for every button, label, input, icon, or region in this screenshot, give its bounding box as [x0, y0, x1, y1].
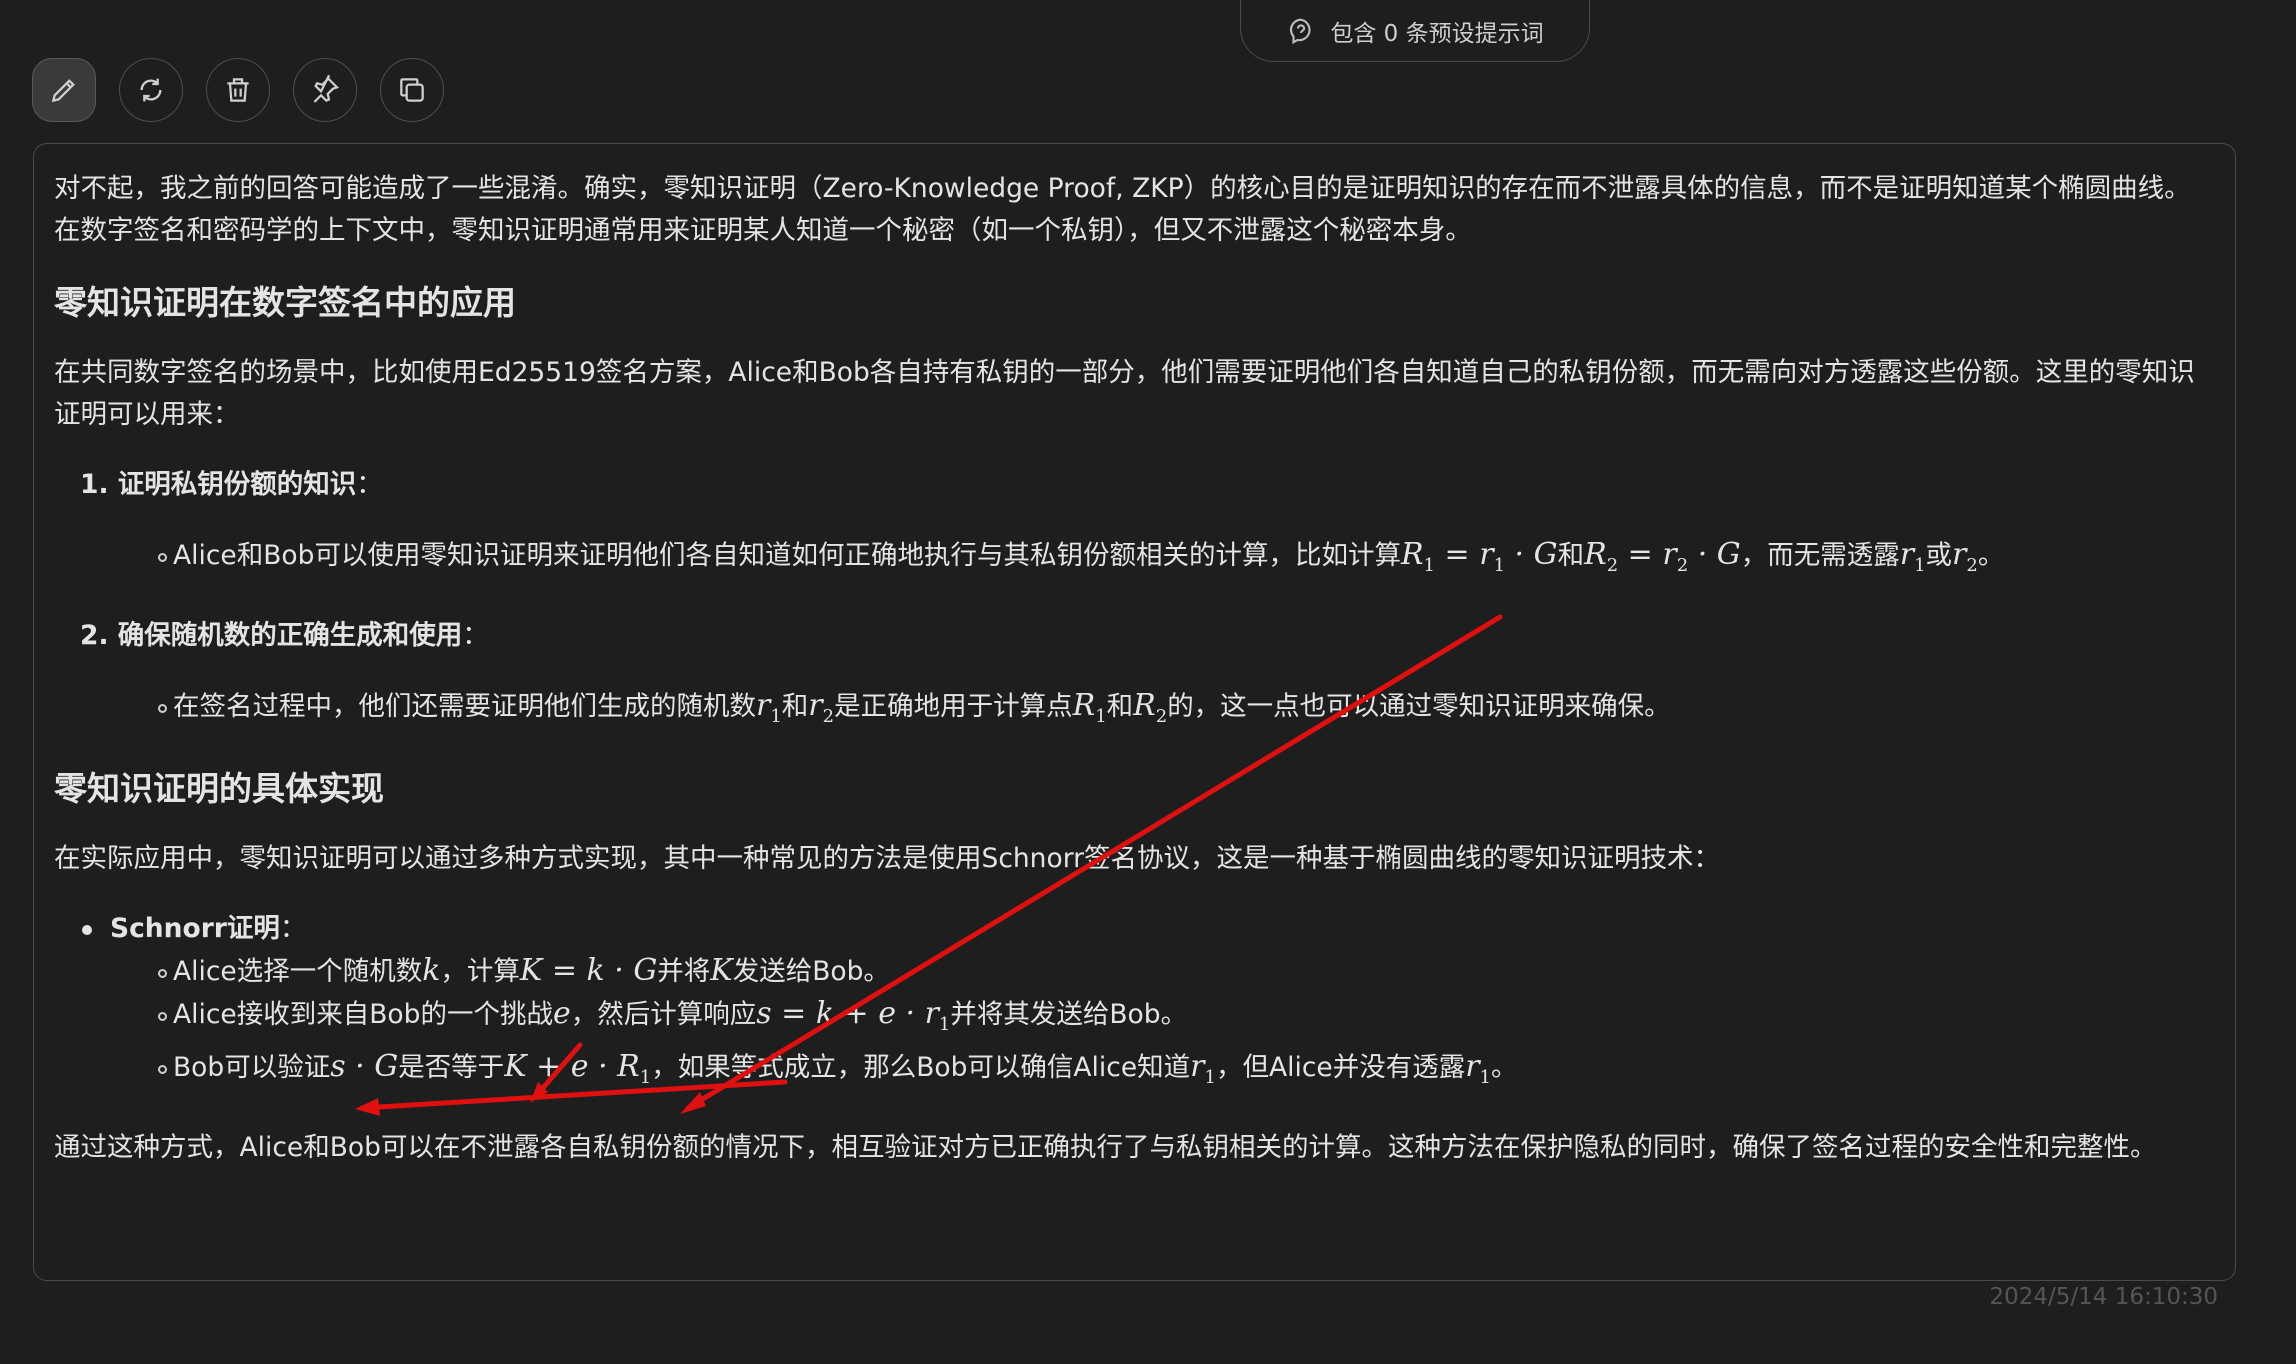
item2-title: 2. 确保随机数的正确生成和使用 — [80, 620, 463, 651]
application-paragraph: 在共同数字签名的场景中，比如使用Ed25519签名方案，Alice和Bob各自持… — [54, 357, 2195, 430]
pencil-icon — [51, 79, 75, 103]
copy-icon — [400, 78, 424, 102]
preset-prompts-pill[interactable]: 包含 0 条预设提示词 — [1240, 0, 1590, 62]
schnorr-step-3: Bob可以验证s · G是否等于K + e · R1，如果等式成立，那么Bob可… — [54, 1046, 2215, 1099]
regenerate-button[interactable] — [119, 58, 183, 122]
section-heading-application: 零知识证明在数字签名中的应用 — [54, 283, 516, 322]
message-toolbar — [32, 58, 444, 122]
item1-title: 1. 证明私钥份额的知识 — [80, 469, 357, 500]
sub-item-1: Alice和Bob可以使用零知识证明来证明他们各自知道如何正确地执行与其私钥份额… — [54, 534, 2215, 587]
outro-paragraph: 通过这种方式，Alice和Bob可以在不泄露各自私钥份额的情况下，相互验证对方已… — [54, 1132, 2157, 1163]
edit-button[interactable] — [32, 58, 96, 122]
numbered-item-1: 1. 证明私钥份额的知识： — [80, 469, 383, 500]
schnorr-bullet: Schnorr证明： — [54, 908, 2215, 950]
message-timestamp: 2024/5/14 16:10:30 — [1989, 1284, 2218, 1310]
implementation-paragraph: 在实际应用中，零知识证明可以通过多种方式实现，其中一种常见的方法是使用Schno… — [54, 843, 1721, 874]
trash-icon — [227, 78, 249, 102]
copy-button[interactable] — [380, 58, 444, 122]
schnorr-step-1: Alice选择一个随机数k，计算K = k · G并将K发送给Bob。 — [54, 950, 2215, 993]
preset-prompts-label: 包含 0 条预设提示词 — [1330, 21, 1544, 47]
delete-button[interactable] — [206, 58, 270, 122]
numbered-item-2: 2. 确保随机数的正确生成和使用： — [80, 620, 489, 651]
intro-paragraph: 对不起，我之前的回答可能造成了一些混淆。确实，零知识证明（Zero-Knowle… — [54, 173, 2191, 246]
refresh-icon — [140, 78, 162, 102]
schnorr-title: Schnorr证明 — [110, 913, 280, 944]
math-R2: R2 = r2 · G — [1584, 537, 1741, 576]
preset-prompt-icon — [1290, 18, 1311, 45]
pin-icon — [313, 74, 340, 103]
schnorr-step-2: Alice接收到来自Bob的一个挑战e，然后计算响应s = k + e · r1… — [54, 993, 2215, 1046]
assistant-message: 对不起，我之前的回答可能造成了一些混淆。确实，零知识证明（Zero-Knowle… — [33, 143, 2236, 1281]
sub-item-2: 在签名过程中，他们还需要证明他们生成的随机数r1和r2是正确地用于计算点R1和R… — [54, 685, 2215, 738]
pin-button[interactable] — [293, 58, 357, 122]
section-heading-implementation: 零知识证明的具体实现 — [54, 769, 384, 808]
math-R1: R1 = r1 · G — [1400, 537, 1558, 576]
